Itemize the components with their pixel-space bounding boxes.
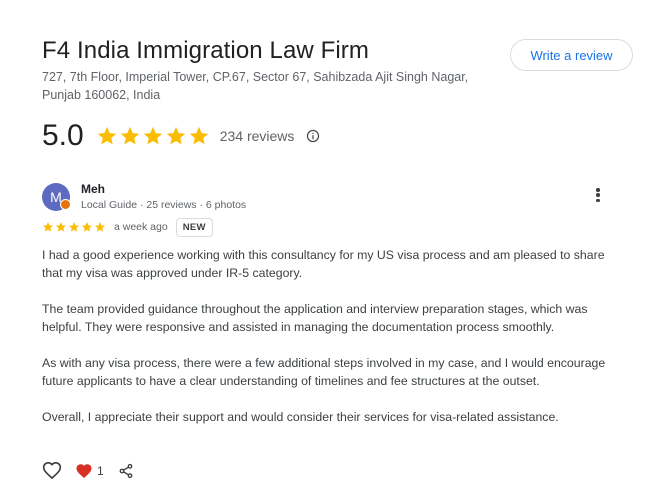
review-card: M Meh Local Guide · 25 reviews · 6 photo… <box>42 180 617 424</box>
star-icon <box>189 126 208 145</box>
star-icon <box>120 126 139 145</box>
rating-stars <box>96 125 210 147</box>
share-icon[interactable] <box>118 463 134 479</box>
star-icon <box>166 126 185 145</box>
star-icon <box>56 222 66 232</box>
review-count[interactable]: 234 reviews <box>220 128 295 144</box>
rating-summary: 5.0 234 reviews <box>42 116 320 156</box>
place-address: 727, 7th Floor, Imperial Tower, CP.67, S… <box>42 70 469 102</box>
star-icon <box>95 222 105 232</box>
star-icon <box>97 126 116 145</box>
review-text: I had a good experience working with thi… <box>42 246 617 444</box>
place-header: F4 India Immigration Law Firm 727, 7th F… <box>42 36 502 104</box>
star-icon <box>82 222 92 232</box>
review-paragraph: As with any visa process, there were a f… <box>42 356 606 388</box>
like-count: 1 <box>97 464 104 478</box>
star-icon <box>43 222 53 232</box>
star-icon <box>143 126 162 145</box>
heart-outline-icon[interactable] <box>42 461 62 481</box>
review-stars <box>42 221 106 233</box>
review-actions: 1 <box>42 460 134 482</box>
star-icon <box>69 222 79 232</box>
review-time: a week ago <box>114 221 168 233</box>
heart-filled-icon <box>76 464 92 478</box>
new-badge: NEW <box>175 217 213 237</box>
info-icon[interactable] <box>306 129 320 143</box>
reviewer-meta: Local Guide · 25 reviews · 6 photos <box>81 199 247 211</box>
review-paragraph: I had a good experience working with thi… <box>42 248 605 280</box>
rating-score: 5.0 <box>42 119 84 152</box>
reviewer-name[interactable]: Meh <box>81 182 246 196</box>
local-guide-badge-icon <box>60 199 71 210</box>
review-paragraph: The team provided guidance throughout th… <box>42 302 588 334</box>
place-title: F4 India Immigration Law Firm <box>42 37 369 64</box>
more-vert-icon[interactable] <box>592 186 604 204</box>
write-review-button[interactable]: Write a review <box>510 39 633 71</box>
review-paragraph: Overall, I appreciate their support and … <box>42 410 559 424</box>
